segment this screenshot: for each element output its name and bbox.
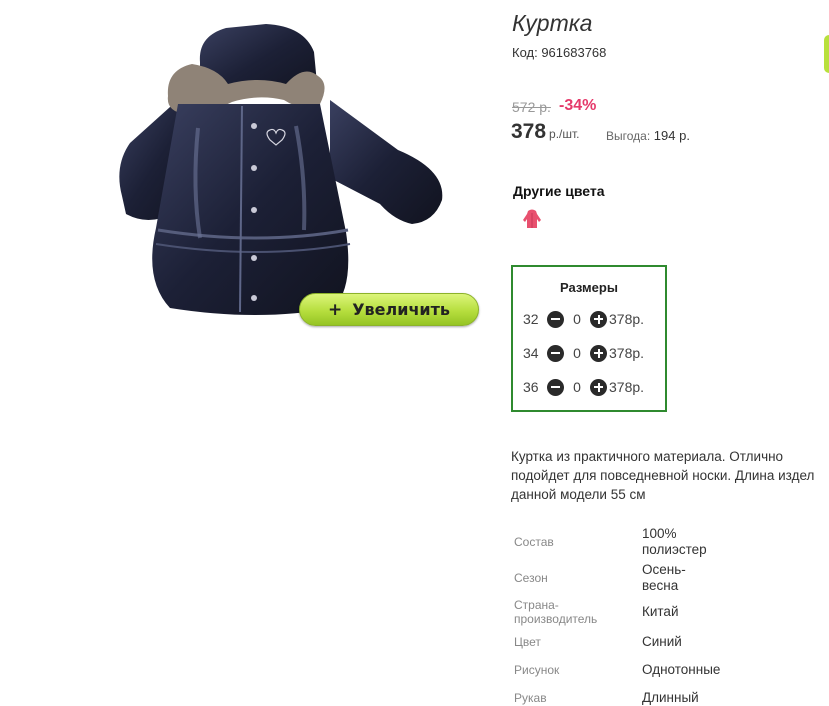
spec-label-season: Сезон: [514, 571, 548, 585]
color-swatch-pink[interactable]: [522, 208, 542, 230]
sizes-title: Размеры: [560, 280, 618, 295]
plus-icon: +: [327, 299, 343, 320]
spec-value-season: Осень-весна: [642, 562, 686, 593]
quantity-value: 0: [573, 379, 581, 395]
size-price: 378р.: [609, 311, 645, 327]
sizes-box: Размеры 32 0 378р. 34 0 378р. 36 0 378р.: [511, 265, 667, 412]
description-line: Куртка из практичного материала. Отлично: [511, 449, 784, 464]
spec-value-pattern: Однотонные: [642, 662, 721, 677]
size-row-34: 34 0 378р.: [523, 343, 644, 363]
jacket-illustration: [119, 24, 443, 315]
old-price: 572 р.: [512, 99, 551, 115]
spec-value-country: Китай: [642, 604, 679, 619]
product-image[interactable]: [108, 18, 450, 324]
other-colors-title: Другие цвета: [513, 183, 605, 199]
size-row-36: 36 0 378р.: [523, 377, 644, 397]
size-label: 36: [523, 379, 539, 395]
product-description: Куртка из практичного материала. Отлично…: [511, 447, 829, 504]
spec-value-sleeve: Длинный: [642, 690, 699, 705]
savings: Выгода: 194 р.: [606, 128, 690, 143]
size-price: 378р.: [609, 379, 645, 395]
increase-quantity-button[interactable]: [590, 310, 607, 328]
spec-label-composition: Состав: [514, 535, 554, 549]
savings-value: 194 р.: [653, 128, 690, 143]
decrease-quantity-button[interactable]: [547, 344, 564, 362]
quantity-value: 0: [573, 345, 581, 361]
savings-label: Выгода:: [606, 129, 651, 143]
current-price: 378 р./шт.: [511, 120, 580, 144]
side-tab[interactable]: [824, 35, 829, 73]
increase-quantity-button[interactable]: [590, 344, 607, 362]
decrease-quantity-button[interactable]: [547, 378, 564, 396]
spec-value-composition: 100% полиэстер: [642, 526, 707, 557]
size-row-32: 32 0 378р.: [523, 309, 644, 329]
price-value: 378: [511, 120, 547, 143]
product-code: Код: 961683768: [512, 45, 607, 60]
size-label: 34: [523, 345, 539, 361]
zoom-button[interactable]: + Увеличить: [299, 293, 479, 326]
spec-label-sleeve: Рукав: [514, 691, 547, 705]
spec-label-pattern: Рисунок: [514, 663, 560, 677]
pink-jacket-thumbnail-icon: [523, 209, 541, 228]
quantity-value: 0: [573, 311, 581, 327]
spec-value-color: Синий: [642, 634, 682, 649]
increase-quantity-button[interactable]: [590, 378, 607, 396]
discount-badge: -34%: [559, 97, 597, 114]
product-title: Куртка: [512, 10, 593, 36]
spec-label-color: Цвет: [514, 635, 541, 649]
price-unit: р./шт.: [549, 127, 580, 141]
size-price: 378р.: [609, 345, 645, 361]
size-label: 32: [523, 311, 539, 327]
description-line: подойдет для повседневной носки. Длина и…: [511, 468, 815, 483]
zoom-button-label: Увеличить: [352, 300, 451, 319]
spec-label-country: Страна-производитель: [514, 598, 598, 626]
decrease-quantity-button[interactable]: [547, 310, 564, 328]
description-line: данной модели 55 см: [511, 487, 646, 502]
